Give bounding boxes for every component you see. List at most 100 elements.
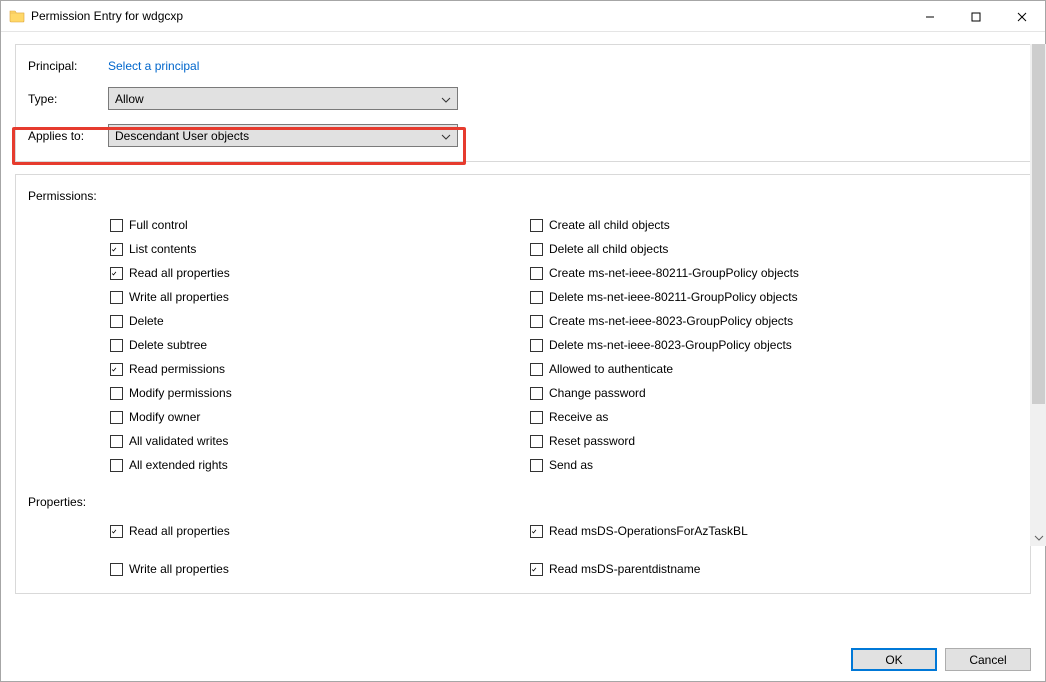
checkbox[interactable] — [530, 363, 543, 376]
checkbox-label: Read permissions — [129, 362, 225, 376]
checkbox[interactable] — [530, 339, 543, 352]
scrollbar-thumb[interactable] — [1032, 44, 1045, 404]
checkbox[interactable] — [110, 563, 123, 576]
checkbox-label: All validated writes — [129, 434, 228, 448]
permission-row: Send as — [530, 453, 950, 477]
minimize-button[interactable] — [907, 1, 953, 32]
select-principal-link[interactable]: Select a principal — [108, 59, 199, 73]
checkbox-label: Delete ms-net-ieee-8023-GroupPolicy obje… — [549, 338, 792, 352]
checkbox-label: Reset password — [549, 434, 635, 448]
checkbox[interactable] — [110, 411, 123, 424]
type-combo[interactable]: Allow — [108, 87, 458, 110]
checkbox[interactable] — [530, 219, 543, 232]
checkbox-label: Modify owner — [129, 410, 200, 424]
dialog-footer: OK Cancel — [851, 648, 1031, 671]
checkbox[interactable] — [110, 459, 123, 472]
permission-row: Read permissions — [110, 357, 530, 381]
checkbox[interactable] — [110, 243, 123, 256]
property-row: Write all properties — [110, 557, 530, 581]
checkbox-label: Write all properties — [129, 290, 229, 304]
scroll-down-icon[interactable] — [1030, 529, 1046, 546]
permission-row: Reset password — [530, 429, 950, 453]
property-row: Read all properties — [110, 519, 530, 543]
checkbox[interactable] — [530, 267, 543, 280]
type-value: Allow — [115, 92, 144, 106]
permission-row: Create all child objects — [530, 213, 950, 237]
checkbox-label: Delete subtree — [129, 338, 207, 352]
permission-row: Full control — [110, 213, 530, 237]
checkbox[interactable] — [110, 435, 123, 448]
checkbox[interactable] — [530, 459, 543, 472]
permission-row: Delete all child objects — [530, 237, 950, 261]
checkbox-label: Delete ms-net-ieee-80211-GroupPolicy obj… — [549, 290, 798, 304]
applies-to-combo[interactable]: Descendant User objects — [108, 124, 458, 147]
checkbox[interactable] — [530, 243, 543, 256]
folder-icon — [9, 8, 25, 24]
ok-button[interactable]: OK — [851, 648, 937, 671]
principal-panel: Principal: Select a principal Type: Allo… — [15, 44, 1031, 162]
titlebar: Permission Entry for wdgcxp — [1, 1, 1045, 32]
checkbox[interactable] — [530, 435, 543, 448]
checkbox[interactable] — [530, 315, 543, 328]
scrollbar[interactable] — [1030, 44, 1046, 546]
checkbox[interactable] — [530, 411, 543, 424]
permissions-panel: Permissions: Full control List contents Re… — [15, 174, 1031, 594]
checkbox[interactable] — [110, 525, 123, 538]
permission-row: All validated writes — [110, 429, 530, 453]
checkbox-label: Full control — [129, 218, 188, 232]
cancel-button[interactable]: Cancel — [945, 648, 1031, 671]
permission-row: Delete ms-net-ieee-80211-GroupPolicy obj… — [530, 285, 950, 309]
window-title: Permission Entry for wdgcxp — [31, 9, 907, 23]
permissions-heading: Permissions: — [28, 189, 1018, 203]
properties-heading: Properties: — [28, 495, 1018, 509]
checkbox-label: Send as — [549, 458, 593, 472]
checkbox[interactable] — [110, 267, 123, 280]
checkbox-label: Read all properties — [129, 266, 230, 280]
checkbox[interactable] — [110, 219, 123, 232]
checkbox-label: Create all child objects — [549, 218, 670, 232]
checkbox[interactable] — [530, 525, 543, 538]
permission-row: Write all properties — [110, 285, 530, 309]
chevron-down-icon — [441, 129, 451, 143]
permission-row: Delete ms-net-ieee-8023-GroupPolicy obje… — [530, 333, 950, 357]
checkbox-label: Read msDS-parentdistname — [549, 562, 700, 576]
permission-row: Delete — [110, 309, 530, 333]
close-button[interactable] — [999, 1, 1045, 32]
permission-row: Receive as — [530, 405, 950, 429]
chevron-down-icon — [441, 92, 451, 106]
checkbox-label: Delete — [129, 314, 164, 328]
permission-row: Delete subtree — [110, 333, 530, 357]
permission-row: Modify permissions — [110, 381, 530, 405]
checkbox-label: Change password — [549, 386, 646, 400]
checkbox-label: Create ms-net-ieee-8023-GroupPolicy obje… — [549, 314, 793, 328]
checkbox-label: List contents — [129, 242, 196, 256]
permission-row: Read all properties — [110, 261, 530, 285]
checkbox-label: Modify permissions — [129, 386, 232, 400]
permission-row: Change password — [530, 381, 950, 405]
checkbox-label: All extended rights — [129, 458, 228, 472]
checkbox[interactable] — [110, 339, 123, 352]
checkbox[interactable] — [530, 291, 543, 304]
applies-to-label: Applies to: — [28, 129, 108, 143]
checkbox[interactable] — [110, 315, 123, 328]
checkbox[interactable] — [110, 291, 123, 304]
property-row: Read msDS-parentdistname — [530, 557, 950, 581]
permission-row: Modify owner — [110, 405, 530, 429]
type-label: Type: — [28, 92, 108, 106]
checkbox-label: Delete all child objects — [549, 242, 668, 256]
checkbox[interactable] — [110, 363, 123, 376]
checkbox-label: Read all properties — [129, 524, 230, 538]
permission-row: Create ms-net-ieee-80211-GroupPolicy obj… — [530, 261, 950, 285]
checkbox[interactable] — [530, 563, 543, 576]
permission-row: All extended rights — [110, 453, 530, 477]
permission-row: Create ms-net-ieee-8023-GroupPolicy obje… — [530, 309, 950, 333]
checkbox[interactable] — [530, 387, 543, 400]
checkbox-label: Receive as — [549, 410, 608, 424]
property-row: Read msDS-OperationsForAzTaskBL — [530, 519, 950, 543]
checkbox-label: Write all properties — [129, 562, 229, 576]
checkbox[interactable] — [110, 387, 123, 400]
checkbox-label: Read msDS-OperationsForAzTaskBL — [549, 524, 748, 538]
checkbox-label: Create ms-net-ieee-80211-GroupPolicy obj… — [549, 266, 799, 280]
maximize-button[interactable] — [953, 1, 999, 32]
permission-row: List contents — [110, 237, 530, 261]
